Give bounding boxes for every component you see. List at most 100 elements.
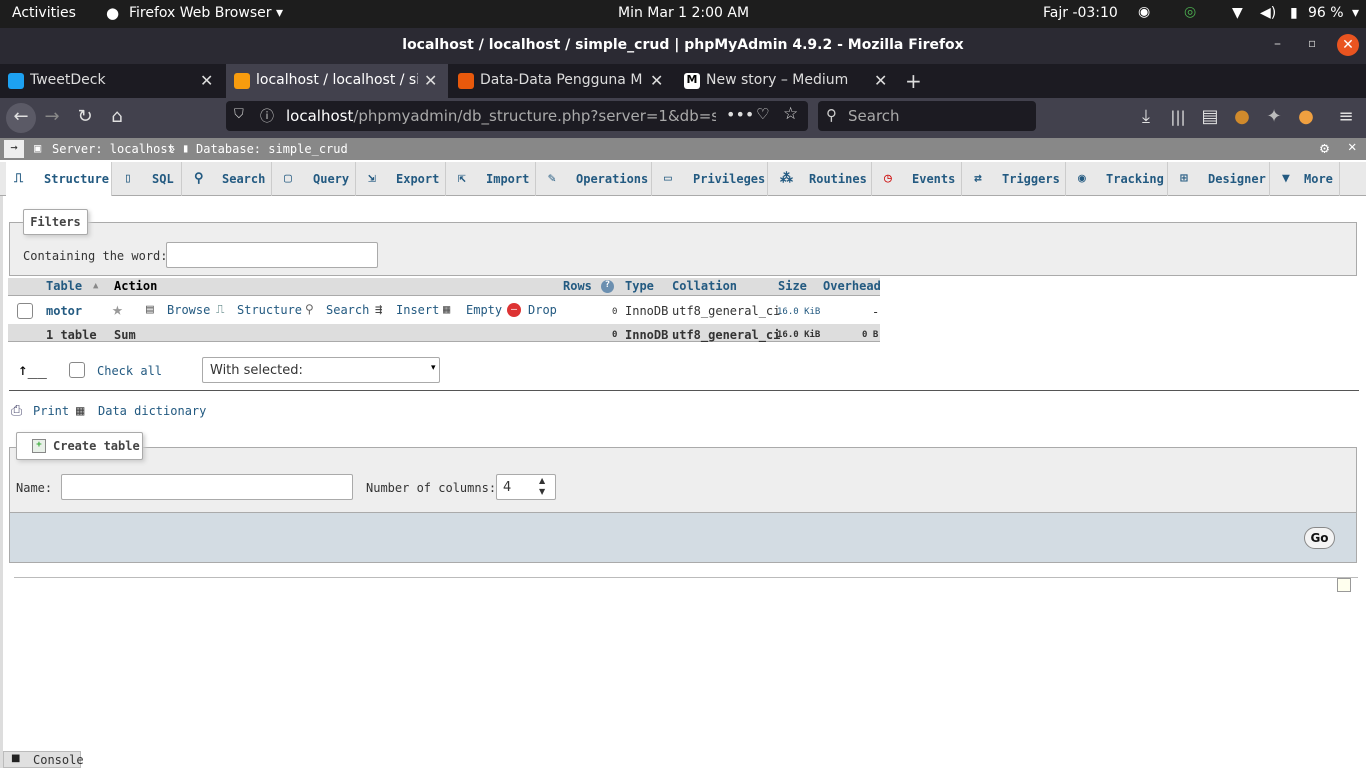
number-of-columns-stepper[interactable]: 4 ▲ ▼ bbox=[496, 474, 556, 500]
url-text[interactable]: localhost/phpmyadmin/db_structure.php?se… bbox=[286, 107, 716, 125]
hamburger-menu-icon[interactable]: ≡ bbox=[1334, 106, 1358, 127]
insert-link[interactable]: Insert bbox=[396, 303, 439, 317]
app-menu[interactable]: Firefox Web Browser ▾ bbox=[129, 5, 283, 21]
volume-icon[interactable]: ◀) bbox=[1260, 5, 1276, 21]
tab-label: Operations bbox=[576, 172, 649, 186]
close-tab-icon[interactable]: ✕ bbox=[424, 71, 437, 90]
clock[interactable]: Min Mar 1 2:00 AM bbox=[618, 5, 749, 21]
forward-arrow-icon[interactable]: → bbox=[40, 106, 64, 127]
battery-icon[interactable]: ▮ bbox=[1290, 5, 1298, 21]
tab-import[interactable]: ⇱ Import bbox=[446, 162, 536, 196]
downloads-icon[interactable]: ⤓ bbox=[1134, 106, 1158, 127]
reload-icon[interactable]: ↻ bbox=[73, 106, 97, 127]
tab-designer[interactable]: ⊞ Designer bbox=[1168, 162, 1270, 196]
tab-export[interactable]: ⇲ Export bbox=[356, 162, 446, 196]
library-icon[interactable]: ||| bbox=[1166, 108, 1190, 126]
prayer-time[interactable]: Fajr -03:10 bbox=[1043, 5, 1118, 21]
tab-query[interactable]: ▢ Query bbox=[272, 162, 356, 196]
drop-link[interactable]: Drop bbox=[528, 303, 557, 317]
page-actions-icon[interactable]: ••• bbox=[726, 105, 754, 124]
home-icon[interactable]: ⌂ bbox=[105, 106, 129, 127]
stepper-up-icon[interactable]: ▲ bbox=[539, 476, 545, 485]
notes-icon[interactable] bbox=[1337, 578, 1351, 592]
tab-events[interactable]: ◷ Events bbox=[872, 162, 962, 196]
filter-input[interactable] bbox=[166, 242, 378, 268]
row-overhead: - bbox=[872, 305, 880, 319]
browser-tab-medium[interactable]: M New story – Medium ✕ bbox=[676, 64, 900, 98]
wifi-icon[interactable]: ▼ bbox=[1232, 5, 1243, 21]
shield-icon[interactable]: ⛉ bbox=[234, 107, 244, 122]
row-checkbox[interactable] bbox=[17, 303, 33, 319]
structure-link[interactable]: Structure bbox=[237, 303, 302, 317]
search-box[interactable]: ⚲ Search bbox=[818, 101, 1036, 131]
sidebar-icon[interactable]: ▤ bbox=[1198, 106, 1222, 127]
breadcrumb-database[interactable]: Database: simple_crud bbox=[196, 142, 348, 156]
pocket-icon[interactable]: ♡ bbox=[756, 105, 769, 123]
tab-operations[interactable]: ✎ Operations bbox=[536, 162, 652, 196]
check-all-checkbox[interactable] bbox=[69, 362, 85, 378]
check-all-label[interactable]: Check all bbox=[97, 364, 162, 378]
activities-button[interactable]: Activities bbox=[12, 5, 76, 21]
table-name-link[interactable]: motor bbox=[46, 304, 82, 318]
table-name-input[interactable] bbox=[61, 474, 353, 500]
col-collation-header[interactable]: Collation bbox=[672, 279, 737, 295]
info-icon[interactable]: ⓘ bbox=[260, 106, 274, 126]
settings-gear-icon[interactable]: ⚙ bbox=[1320, 139, 1329, 157]
favorite-star-icon[interactable]: ★ bbox=[112, 299, 123, 320]
extension-icon[interactable]: ✦ bbox=[1262, 106, 1286, 127]
bookmark-star-icon[interactable]: ☆ bbox=[783, 104, 798, 124]
extension-fox-icon[interactable]: ● bbox=[1294, 106, 1318, 127]
tab-label: More bbox=[1304, 172, 1333, 186]
print-link[interactable]: Print bbox=[33, 404, 69, 418]
close-tab-icon[interactable]: ✕ bbox=[874, 71, 887, 90]
tab-triggers[interactable]: ⇄ Triggers bbox=[962, 162, 1066, 196]
col-size-header[interactable]: Size bbox=[778, 279, 807, 295]
col-rows-header[interactable]: Rows bbox=[563, 279, 592, 295]
browser-tab-data-pengguna[interactable]: Data-Data Pengguna Mo ✕ bbox=[450, 64, 674, 98]
with-selected-dropdown[interactable]: With selected: ▾ bbox=[202, 357, 440, 383]
console-toggle[interactable]: ■ Console bbox=[3, 751, 84, 768]
minimize-icon[interactable]: – bbox=[1274, 36, 1281, 52]
extension-avatar-icon[interactable]: ● bbox=[1230, 106, 1254, 127]
empty-link[interactable]: Empty bbox=[466, 303, 502, 317]
data-dictionary-link[interactable]: Data dictionary bbox=[98, 404, 206, 418]
chat-icon[interactable]: ◎ bbox=[1184, 4, 1196, 20]
breadcrumb-server[interactable]: Server: localhost bbox=[52, 142, 175, 156]
search-link[interactable]: Search bbox=[326, 303, 369, 317]
col-type-header[interactable]: Type bbox=[625, 279, 654, 295]
breadcrumb-separator: » bbox=[168, 142, 176, 156]
tab-tracking[interactable]: ◉ Tracking bbox=[1066, 162, 1168, 196]
collapse-arrow-icon[interactable]: → bbox=[4, 140, 24, 158]
back-arrow-icon[interactable]: ← bbox=[6, 103, 36, 133]
col-table-header[interactable]: Table bbox=[46, 279, 82, 295]
url-host: localhost bbox=[286, 107, 354, 125]
help-icon[interactable]: ? bbox=[601, 280, 614, 293]
search-placeholder: Search bbox=[848, 107, 900, 125]
col-action-header: Action bbox=[114, 279, 158, 293]
new-tab-icon[interactable]: + bbox=[905, 69, 922, 93]
pma-tab-bar: ⎍ Structure ▯ SQL ⚲ Search ▢ Query ⇲ Export ⇱… bbox=[0, 162, 1366, 196]
browser-tab-tweetdeck[interactable]: TweetDeck ✕ bbox=[0, 64, 224, 98]
close-tab-icon[interactable]: ✕ bbox=[200, 71, 213, 90]
browse-link[interactable]: Browse bbox=[167, 303, 210, 317]
navigation-panel-edge[interactable] bbox=[0, 196, 3, 768]
tab-search[interactable]: ⚲ Search bbox=[182, 162, 272, 196]
tab-privileges[interactable]: ▭ Privileges bbox=[652, 162, 768, 196]
row-size-link[interactable]: 16.0 KiB bbox=[777, 307, 820, 317]
url-bar[interactable]: ⛉ ⓘ localhost/phpmyadmin/db_structure.ph… bbox=[226, 101, 808, 131]
system-menu-icon[interactable]: ▾ bbox=[1352, 5, 1359, 21]
close-window-icon[interactable]: ✕ bbox=[1337, 34, 1359, 56]
close-tab-icon[interactable]: ✕ bbox=[650, 71, 663, 90]
stepper-down-icon[interactable]: ▼ bbox=[539, 487, 545, 496]
browser-tab-phpmyadmin[interactable]: localhost / localhost / sim ✕ bbox=[226, 64, 448, 98]
tab-routines[interactable]: ⁂ Routines bbox=[768, 162, 872, 196]
maximize-icon[interactable]: ▫ bbox=[1308, 36, 1316, 50]
tab-more[interactable]: ▼ More bbox=[1270, 162, 1340, 196]
col-overhead-header[interactable]: Overhead bbox=[823, 279, 881, 295]
tab-sql[interactable]: ▯ SQL bbox=[112, 162, 182, 196]
number-of-columns-value: 4 bbox=[503, 480, 512, 495]
go-button[interactable]: Go bbox=[1304, 527, 1335, 549]
close-panel-icon[interactable]: ✕ bbox=[1348, 139, 1356, 155]
tab-structure[interactable]: ⎍ Structure bbox=[6, 162, 112, 196]
steam-icon[interactable]: ◉ bbox=[1138, 4, 1150, 20]
